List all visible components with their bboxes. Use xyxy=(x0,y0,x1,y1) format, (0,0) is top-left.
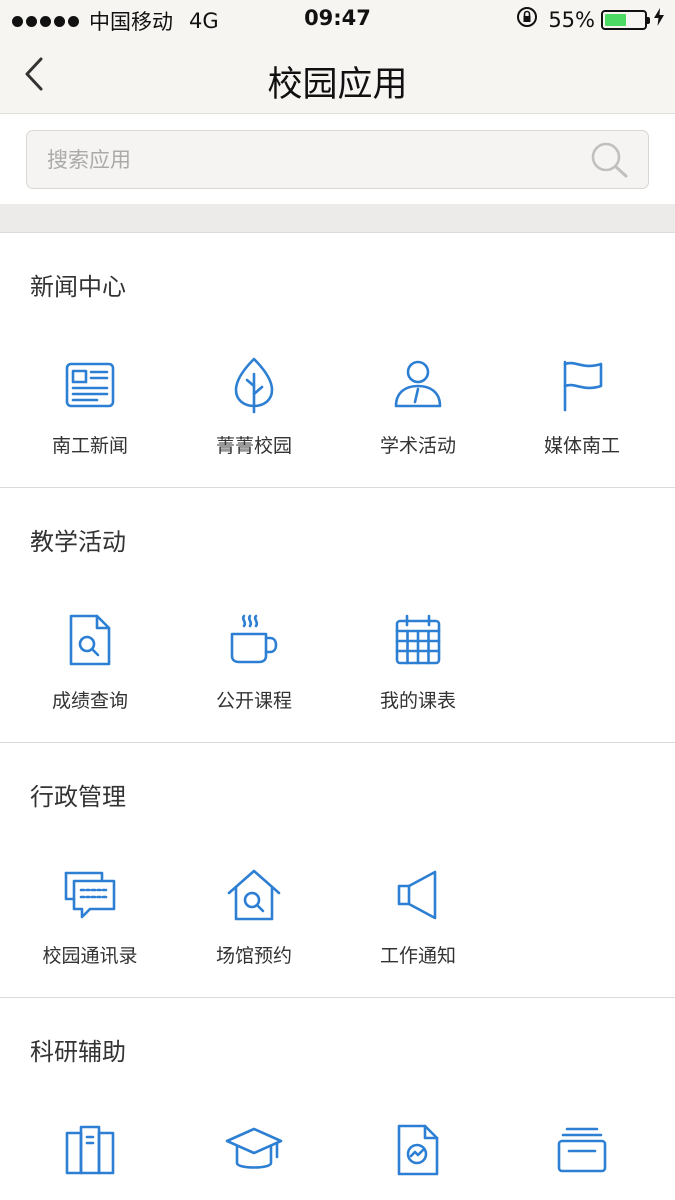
search-icon[interactable] xyxy=(590,141,630,183)
app-tile-research-3[interactable] xyxy=(336,1120,500,1196)
app-tile-nangong-news[interactable]: 南工新闻 xyxy=(8,355,172,458)
section-research: 科研辅助 xyxy=(0,998,675,1200)
app-tile-my-timetable[interactable]: 我的课表 xyxy=(336,610,500,713)
app-tile-research-4[interactable] xyxy=(500,1120,664,1196)
stacked-cards-icon xyxy=(552,1120,612,1180)
status-bar: 中国移动 4G 09:47 55% xyxy=(0,0,675,38)
app-label: 媒体南工 xyxy=(543,435,620,457)
section-title: 科研辅助 xyxy=(30,1038,126,1066)
section-title: 行政管理 xyxy=(30,783,126,811)
app-label: 南工新闻 xyxy=(51,435,128,457)
rotation-lock-icon xyxy=(516,6,538,33)
app-label: 菁菁校园 xyxy=(215,435,292,457)
app-label: 公开课程 xyxy=(215,690,292,712)
app-tile-campus-directory[interactable]: 校园通讯录 xyxy=(8,865,172,968)
speaker-icon xyxy=(388,865,448,925)
search-box[interactable] xyxy=(26,130,649,189)
graduation-cap-icon xyxy=(224,1120,284,1180)
search-area xyxy=(0,114,675,204)
app-label: 场馆预约 xyxy=(215,945,292,967)
charging-bolt-icon xyxy=(653,7,665,32)
app-label: 我的课表 xyxy=(379,690,456,712)
section-title: 教学活动 xyxy=(30,528,126,556)
section-divider-band xyxy=(0,204,675,233)
app-tile-venue-booking[interactable]: 场馆预约 xyxy=(172,865,336,968)
search-input[interactable] xyxy=(47,131,587,188)
books-icon xyxy=(60,1120,120,1180)
status-right: 55% xyxy=(516,6,665,33)
report-chart-icon xyxy=(388,1120,448,1180)
document-search-icon xyxy=(60,610,120,670)
section-title: 新闻中心 xyxy=(30,273,126,301)
coffee-cup-icon xyxy=(224,610,284,670)
app-tile-grade-query[interactable]: 成绩查询 xyxy=(8,610,172,713)
battery-icon xyxy=(601,9,650,30)
app-tile-research-1[interactable] xyxy=(8,1120,172,1196)
app-label: 校园通讯录 xyxy=(42,945,138,967)
calendar-icon xyxy=(388,610,448,670)
chat-bubbles-icon xyxy=(60,865,120,925)
page-title: 校园应用 xyxy=(267,65,408,105)
battery-percent: 55% xyxy=(548,7,595,32)
app-tile-academic-activities[interactable]: 学术活动 xyxy=(336,355,500,458)
app-tile-research-2[interactable] xyxy=(172,1120,336,1196)
section-news: 新闻中心 南工新闻 菁菁校园 学术活动 媒体南工 xyxy=(0,233,675,488)
lecturer-icon xyxy=(388,355,448,415)
app-tile-media[interactable]: 媒体南工 xyxy=(500,355,664,458)
section-teaching: 教学活动 成绩查询 公开课程 我的课表 xyxy=(0,488,675,743)
newspaper-icon xyxy=(60,355,120,415)
flag-icon xyxy=(552,355,612,415)
app-label: 工作通知 xyxy=(379,945,456,967)
app-tile-open-courses[interactable]: 公开课程 xyxy=(172,610,336,713)
app-label: 成绩查询 xyxy=(51,690,128,712)
house-search-icon xyxy=(224,865,284,925)
battery-level xyxy=(605,13,626,26)
section-administration: 行政管理 校园通讯录 场馆预约 工作通知 xyxy=(0,743,675,998)
app-tile-campus-life[interactable]: 菁菁校园 xyxy=(172,355,336,458)
nav-bar: 校园应用 xyxy=(0,38,675,114)
leaf-icon xyxy=(224,355,284,415)
app-label: 学术活动 xyxy=(379,435,456,457)
app-tile-work-notice[interactable]: 工作通知 xyxy=(336,865,500,968)
